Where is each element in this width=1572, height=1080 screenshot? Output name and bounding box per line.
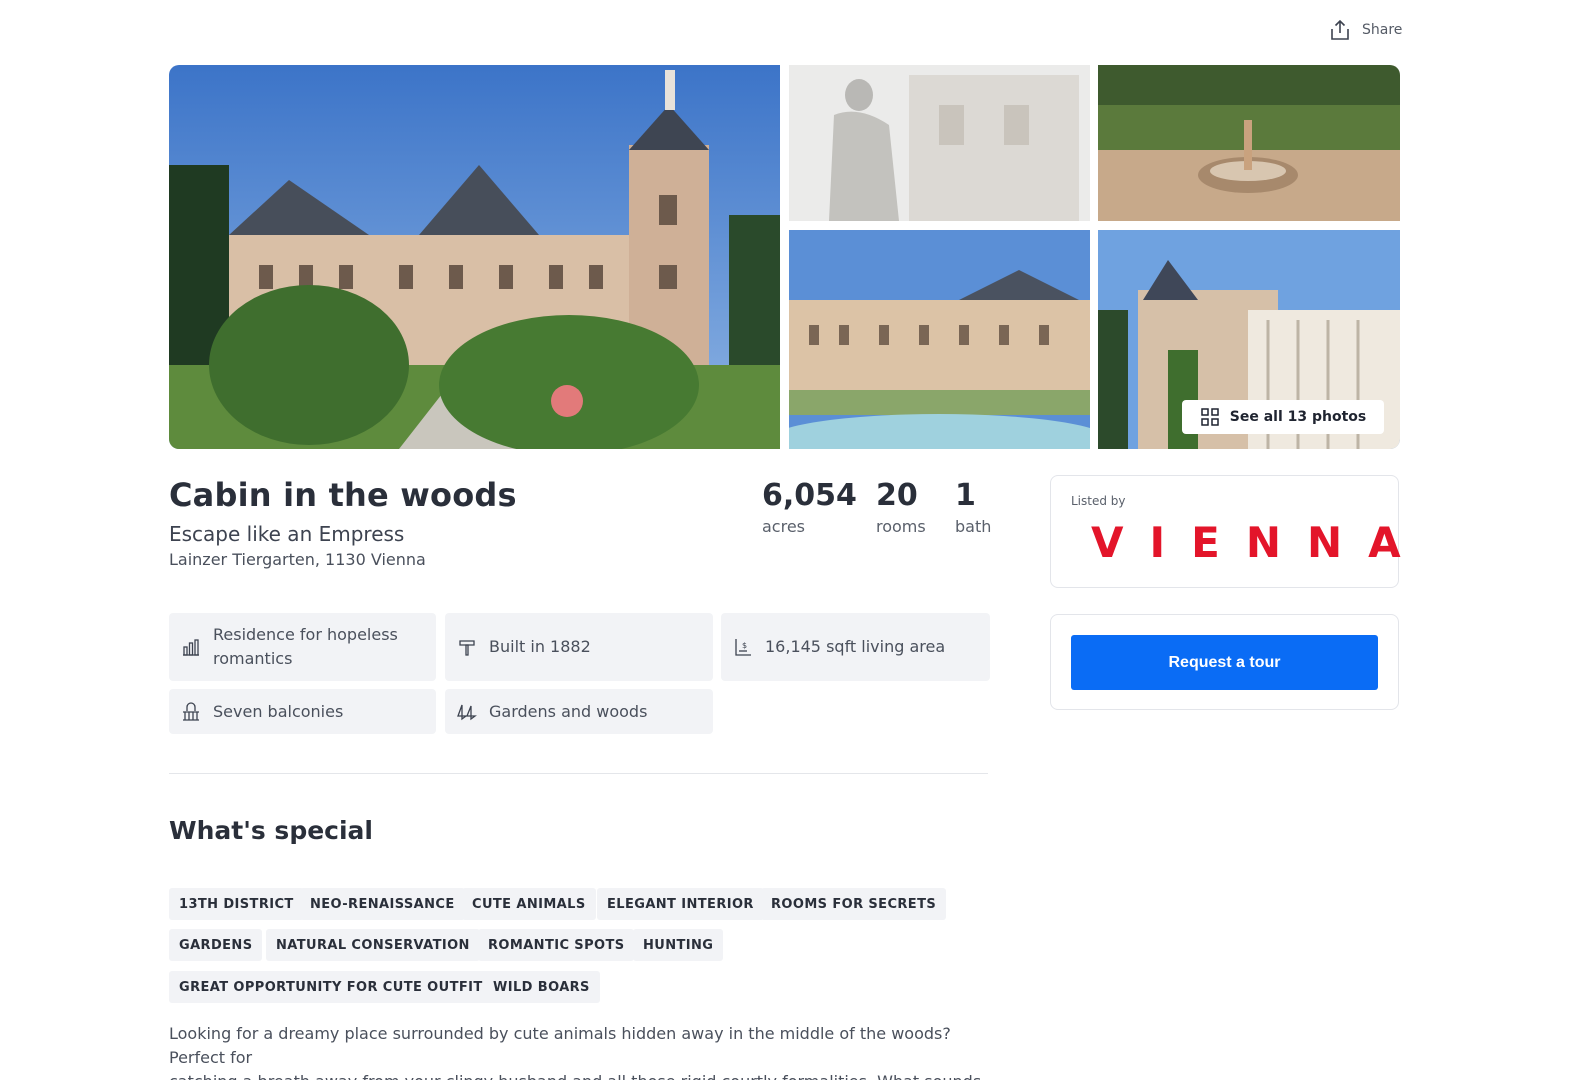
section-divider bbox=[169, 773, 988, 774]
description-line: Looking for a dreamy place surrounded by… bbox=[169, 1024, 951, 1067]
feature-label: Seven balconies bbox=[213, 701, 344, 721]
tag-natural-conservation[interactable]: NATURAL CONSERVATION bbox=[266, 929, 480, 961]
photo-gallery bbox=[169, 65, 1400, 449]
photo-fountain[interactable] bbox=[1098, 65, 1400, 221]
trees-icon bbox=[457, 704, 477, 720]
stat-value: 20 bbox=[876, 478, 918, 513]
request-tour-button[interactable]: Request a tour bbox=[1071, 635, 1378, 690]
stat-rooms: 20 rooms bbox=[876, 478, 926, 536]
see-all-photos-label: See all 13 photos bbox=[1229, 409, 1367, 425]
tour-card: Request a tour bbox=[1050, 614, 1399, 710]
main-photo[interactable] bbox=[169, 65, 780, 449]
feature-item: $ 16,145 sqft living area bbox=[721, 613, 990, 681]
description-line: catching a breath away from your clingy … bbox=[169, 1070, 999, 1080]
tag-rooms-for-secrets[interactable]: ROOMS FOR SECRETS bbox=[761, 888, 947, 920]
hammer-icon bbox=[459, 640, 475, 656]
stat-value: 1 bbox=[955, 478, 976, 513]
photo-pool-facade[interactable] bbox=[789, 230, 1090, 449]
feature-item: Seven balconies bbox=[169, 689, 436, 734]
feature-label: 16,145 sqft living area bbox=[765, 637, 946, 656]
tag-great-opportunity[interactable]: GREAT OPPORTUNITY FOR CUTE OUTFITS bbox=[169, 971, 503, 1003]
area-price-icon: $ bbox=[735, 639, 751, 656]
balcony-icon bbox=[183, 701, 199, 721]
tag-13th-district[interactable]: 13TH DISTRICT bbox=[169, 888, 304, 920]
listing-subtitle: Escape like an Empress bbox=[169, 522, 405, 546]
feature-label: Built in 1882 bbox=[489, 637, 591, 656]
share-icon bbox=[1331, 19, 1349, 40]
grid-icon bbox=[1201, 408, 1219, 426]
stat-acres: 6,054 acres bbox=[762, 478, 857, 536]
svg-text:$: $ bbox=[742, 641, 747, 650]
share-label: Share bbox=[1362, 22, 1403, 38]
listing-address: Lainzer Tiergarten, 1130 Vienna bbox=[169, 550, 426, 569]
tag-cute-animals[interactable]: CUTE ANIMALS bbox=[462, 888, 596, 920]
feature-item: Gardens and woods bbox=[445, 689, 713, 734]
stat-bath: 1 bath bbox=[955, 478, 991, 536]
listed-by-card: Listed by VIENNA bbox=[1050, 475, 1401, 588]
tag-gardens[interactable]: GARDENS bbox=[169, 929, 263, 961]
feature-item: Residence for hopeless romantics bbox=[169, 613, 436, 681]
stat-value: 6,054 bbox=[762, 478, 857, 513]
agency-logo[interactable]: VIENNA bbox=[1091, 518, 1427, 567]
tag-wild-boars[interactable]: WILD BOARS bbox=[483, 971, 600, 1003]
tag-romantic-spots[interactable]: ROMANTIC SPOTS bbox=[478, 929, 635, 961]
listed-by-label: Listed by bbox=[1071, 494, 1126, 508]
feature-label: Gardens and woods bbox=[489, 701, 648, 721]
feature-item: Built in 1882 bbox=[445, 613, 713, 681]
feature-label: Residence for hopeless romantics bbox=[213, 625, 398, 668]
tag-elegant-interior[interactable]: ELEGANT INTERIOR bbox=[597, 888, 764, 920]
listing-title: Cabin in the woods bbox=[169, 476, 517, 514]
share-button[interactable]: Share bbox=[1328, 18, 1402, 42]
stat-label: rooms bbox=[876, 517, 926, 536]
tag-neo-renaissance[interactable]: NEO-RENAISSANCE bbox=[300, 888, 465, 920]
whats-special-heading: What's special bbox=[169, 816, 373, 845]
listing-description: Looking for a dreamy place surrounded by… bbox=[169, 1022, 999, 1080]
photo-statue[interactable] bbox=[789, 65, 1090, 221]
see-all-photos-button[interactable]: See all 13 photos bbox=[1182, 400, 1384, 434]
building-chart-icon bbox=[183, 639, 199, 656]
stat-label: acres bbox=[762, 517, 806, 536]
stat-label: bath bbox=[955, 517, 992, 536]
tag-hunting[interactable]: HUNTING bbox=[633, 929, 724, 961]
